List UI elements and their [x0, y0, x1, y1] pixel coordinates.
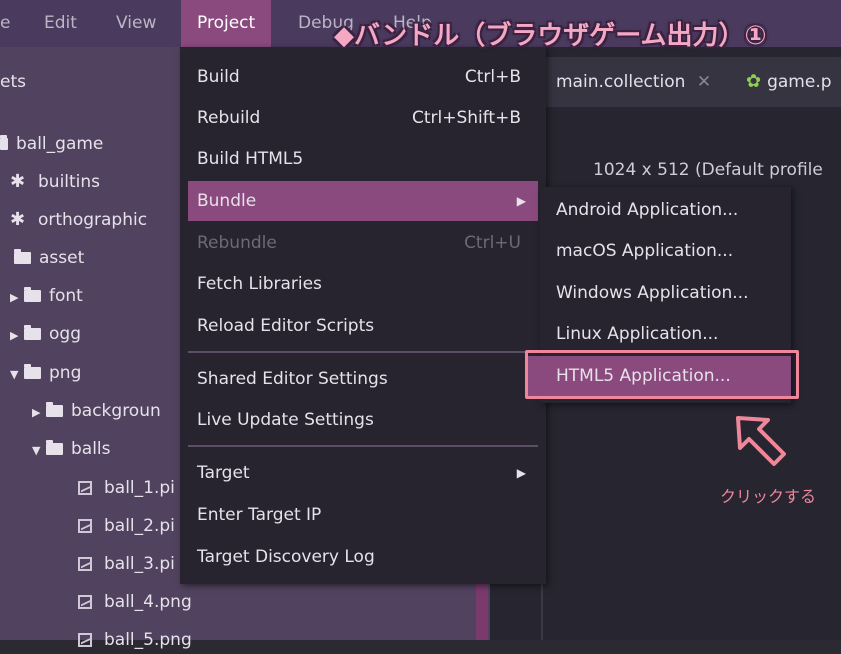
- chevron-down-icon[interactable]: ▼: [32, 437, 46, 465]
- tree-item-asset[interactable]: asset: [14, 244, 84, 272]
- gear-icon: ✿: [746, 71, 762, 92]
- submenu-item-windows[interactable]: Windows Application...: [540, 273, 791, 313]
- arrow-pointer-icon: [736, 416, 786, 466]
- annotation-highlight-box: [525, 350, 799, 399]
- tree-item-orthographic[interactable]: ✱ orthographic: [10, 206, 147, 234]
- tree-item-builtins[interactable]: ✱ builtins: [10, 168, 100, 196]
- menu-separator: [188, 351, 538, 353]
- tree-item-ball-game[interactable]: ball_game: [0, 130, 103, 158]
- menu-item-shared-editor-settings[interactable]: Shared Editor Settings: [188, 359, 538, 399]
- annotation-click-note: クリックする: [720, 487, 817, 506]
- menu-item-enter-target-ip[interactable]: Enter Target IP: [188, 495, 538, 535]
- tree-item-ball-4[interactable]: ball_4.png: [78, 588, 192, 616]
- puzzle-icon: ✱: [10, 171, 26, 192]
- image-file-icon: [78, 595, 92, 609]
- image-file-icon: [78, 519, 92, 533]
- tree-item-background[interactable]: ▶ backgroun: [32, 397, 161, 425]
- folder-icon: [14, 249, 31, 264]
- menu-edit[interactable]: Edit: [44, 0, 77, 47]
- tree-item-ball-3[interactable]: ball_3.pi: [78, 550, 175, 578]
- submenu-item-linux[interactable]: Linux Application...: [540, 314, 791, 354]
- folder-icon: [0, 135, 8, 150]
- chevron-down-icon[interactable]: ▼: [10, 361, 24, 389]
- menu-item-build[interactable]: Build Ctrl+B: [188, 57, 538, 97]
- chevron-right-icon: ▶: [516, 466, 526, 480]
- chevron-right-icon[interactable]: ▶: [32, 399, 46, 427]
- tree-item-ball-2[interactable]: ball_2.pi: [78, 512, 175, 540]
- folder-icon: [46, 440, 63, 455]
- menu-item-live-update-settings[interactable]: Live Update Settings: [188, 400, 538, 440]
- tab-game-project[interactable]: ✿ game.p: [746, 57, 832, 107]
- tree-item-ogg[interactable]: ▶ ogg: [10, 320, 81, 348]
- tree-item-font[interactable]: ▶ font: [10, 282, 83, 310]
- tree-item-balls[interactable]: ▼ balls: [32, 435, 111, 463]
- menu-item-build-html5[interactable]: Build HTML5: [188, 139, 538, 179]
- menu-separator: [188, 445, 538, 447]
- menu-item-target-discovery-log[interactable]: Target Discovery Log: [188, 537, 538, 577]
- close-icon[interactable]: ✕: [697, 72, 711, 92]
- menu-item-rebundle: Rebundle Ctrl+U: [197, 233, 521, 253]
- menu-item-target[interactable]: Target ▶: [188, 453, 538, 493]
- folder-icon: [24, 325, 41, 340]
- menu-item-reload-editor-scripts[interactable]: Reload Editor Scripts: [188, 306, 538, 346]
- puzzle-icon: ✱: [10, 209, 26, 230]
- assets-header: ets: [0, 72, 26, 92]
- image-file-icon: [78, 481, 92, 495]
- resolution-label: 1024 x 512 (Default profile: [593, 160, 823, 180]
- menu-file[interactable]: e: [0, 0, 10, 47]
- menu-item-fetch-libraries[interactable]: Fetch Libraries: [188, 264, 538, 304]
- project-menu: Build Ctrl+B Rebuild Ctrl+Shift+B Build …: [180, 47, 546, 584]
- annotation-banner: ◆バンドル（ブラウザゲーム出力）①: [334, 21, 767, 51]
- chevron-right-icon[interactable]: ▶: [10, 322, 24, 350]
- folder-icon: [46, 402, 63, 417]
- submenu-item-macos[interactable]: macOS Application...: [540, 231, 791, 271]
- menu-item-bundle[interactable]: Bundle ▶: [188, 181, 538, 221]
- tab-main-collection[interactable]: main.collection ✕: [556, 57, 711, 107]
- image-file-icon: [78, 557, 92, 571]
- folder-icon: [24, 287, 41, 302]
- menu-item-rebuild[interactable]: Rebuild Ctrl+Shift+B: [188, 98, 538, 138]
- tree-item-ball-5[interactable]: ball_5.png: [78, 626, 192, 654]
- chevron-right-icon: ▶: [516, 194, 526, 208]
- image-file-icon: [78, 633, 92, 647]
- chevron-right-icon[interactable]: ▶: [10, 284, 24, 312]
- tree-item-ball-1[interactable]: ball_1.pi: [78, 474, 175, 502]
- menu-view[interactable]: View: [116, 0, 156, 47]
- folder-icon: [24, 364, 41, 379]
- tree-item-png[interactable]: ▼ png: [10, 359, 81, 387]
- submenu-item-android[interactable]: Android Application...: [540, 190, 791, 230]
- menu-project[interactable]: Project: [181, 0, 272, 47]
